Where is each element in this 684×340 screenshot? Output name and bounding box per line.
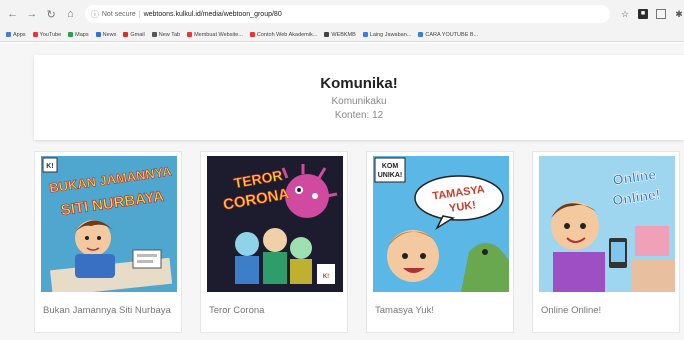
- webtoon-cover-image[interactable]: Online Online!: [539, 156, 675, 292]
- bookmark-item[interactable]: Maps: [68, 32, 89, 38]
- extension-icon[interactable]: ■: [638, 9, 649, 19]
- reload-icon[interactable]: ↻: [44, 7, 57, 21]
- back-icon[interactable]: ←: [6, 7, 19, 21]
- bookmarks-bar: Apps YouTube Maps News Gmail New Tab Mem…: [0, 28, 684, 42]
- youtube-icon: [32, 32, 38, 37]
- doc-icon: [362, 32, 368, 37]
- webtoon-title[interactable]: Tamasya Yuk!: [375, 305, 509, 316]
- globe-icon: [151, 32, 157, 37]
- webtoon-grid: K! BUKAN JAMANNYA SITI NURBAYA Bukan Jam…: [34, 151, 684, 336]
- maps-icon: [68, 32, 74, 37]
- star-icon[interactable]: ☆: [620, 9, 630, 19]
- group-content-count: Konten: 12: [334, 110, 384, 121]
- apps-icon: [6, 32, 11, 37]
- bookmark-item[interactable]: Gmail: [123, 32, 145, 38]
- browser-toolbar: ← → ↻ ⌂ ⓘ Not secure | webtoons.kulkul.i…: [0, 0, 684, 28]
- globe-icon: [324, 32, 330, 37]
- bookmark-item[interactable]: New Tab: [151, 32, 180, 38]
- url-text: webtoons.kulkul.id/media/webtoon_group/8…: [143, 10, 282, 18]
- bookmark-item[interactable]: YouTube: [32, 32, 61, 38]
- webtoon-title[interactable]: Teror Corona: [209, 305, 343, 316]
- group-title: Komunika!: [320, 75, 398, 92]
- svg-text:K!: K!: [323, 274, 329, 280]
- group-header: Komunika! Komunikaku Konten: 12: [34, 55, 684, 140]
- bookmark-item[interactable]: News: [95, 32, 116, 38]
- group-author: Komunikaku: [331, 96, 387, 107]
- info-icon[interactable]: ⓘ: [91, 9, 99, 20]
- webtoon-cover-image[interactable]: K! BUKAN JAMANNYA SITI NURBAYA: [41, 156, 177, 292]
- webtoon-card[interactable]: TEROR CORONA K! Teror Corona: [200, 151, 348, 333]
- bookmark-item[interactable]: Laing Jawaban...: [362, 32, 411, 38]
- doc-icon: [418, 32, 424, 37]
- webtoon-title[interactable]: Online Online!: [541, 305, 675, 316]
- bookmark-item[interactable]: Apps: [6, 32, 26, 38]
- svg-text:UNIKA!: UNIKA!: [378, 172, 403, 179]
- security-label: Not secure: [101, 10, 136, 18]
- bookmark-item[interactable]: Contoh Web Akademik...: [249, 32, 317, 38]
- news-icon: [95, 32, 101, 37]
- bookmark-item[interactable]: WEBKMB: [324, 32, 356, 38]
- webtoon-card[interactable]: K! BUKAN JAMANNYA SITI NURBAYA Bukan Jam…: [34, 151, 182, 333]
- puzzle-icon[interactable]: ✱: [674, 9, 684, 19]
- webtoon-cover-image[interactable]: TEROR CORONA K!: [207, 156, 343, 292]
- svg-text:K!: K!: [46, 163, 53, 170]
- webtoon-card[interactable]: Online Online! Online Online!: [532, 151, 680, 333]
- webtoon-card[interactable]: KOM UNIKA! TAMASYA YUK! Tamasya Yuk!: [366, 151, 514, 333]
- youtube-icon: [249, 32, 255, 37]
- webtoon-cover-image[interactable]: KOM UNIKA! TAMASYA YUK!: [373, 156, 509, 292]
- window-icon[interactable]: [656, 9, 667, 19]
- youtube-icon: [187, 32, 193, 37]
- address-bar[interactable]: ⓘ Not secure | webtoons.kulkul.id/media/…: [84, 5, 611, 23]
- svg-text:KOM: KOM: [382, 163, 399, 170]
- url-separator: |: [138, 10, 141, 18]
- forward-icon[interactable]: →: [25, 7, 38, 21]
- home-icon[interactable]: ⌂: [64, 7, 77, 21]
- bookmark-item[interactable]: CARA YOUTUBE B...: [418, 32, 478, 38]
- webtoon-title[interactable]: Bukan Jamannya Siti Nurbaya: [43, 305, 177, 316]
- page-content: Komunika! Komunikaku Konten: 12 K! BUKAN…: [0, 43, 684, 340]
- bookmark-item[interactable]: Membuat Website...: [187, 32, 243, 38]
- gmail-icon: [123, 32, 129, 37]
